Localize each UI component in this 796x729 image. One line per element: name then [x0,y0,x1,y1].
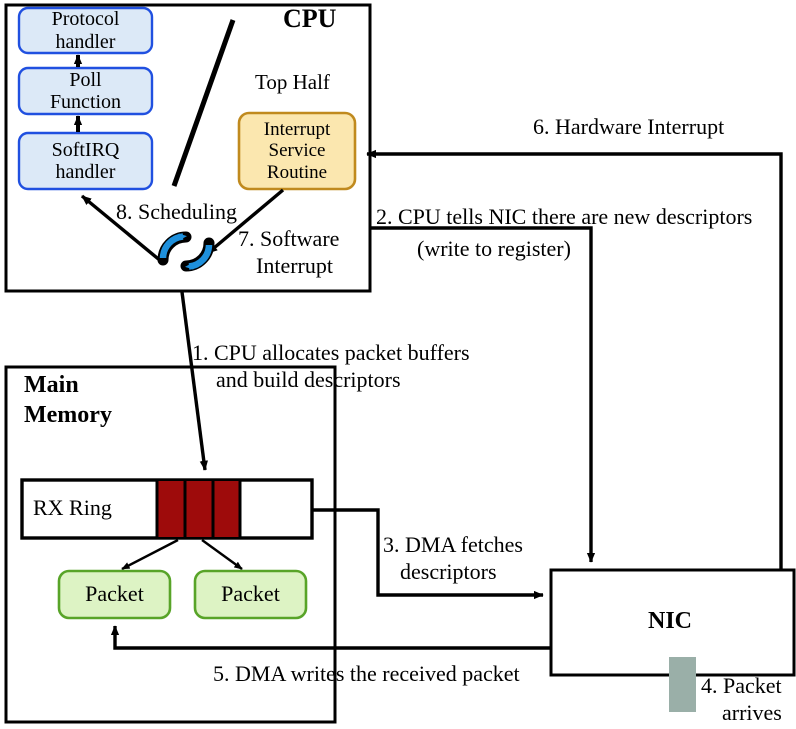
packet-left-box[interactable] [57,569,172,620]
step-2-label-line2: (write to register) [417,236,571,261]
step-7-label-line2: Interrupt [256,253,333,278]
step-8-label: 8. Scheduling [116,199,237,224]
step-2-label-line1: 2. CPU tells NIC there are new descripto… [376,204,753,229]
cpu-top-half-label: Top Half [255,70,330,94]
step-7-label-line1: 7. Software [238,226,340,251]
poll-function-box[interactable] [17,66,154,116]
rx-ring-cell-filled [157,481,184,537]
step-6-label: 6. Hardware Interrupt [533,114,725,139]
interrupt-service-routine-box[interactable] [237,111,357,191]
step-1-label-line1: 1. CPU allocates packet buffers [192,340,470,365]
arrow-step2-cpu-to-nic [370,226,596,563]
step-3-label-line1: 3. DMA fetches [383,532,523,557]
packet-right-box[interactable] [193,569,308,620]
cpu-title: CPU [283,4,337,33]
rx-ring-cell-filled [186,481,212,537]
main-memory-title: Main Memory [24,372,112,428]
rx-ring-cell-filled [214,481,240,537]
step-4-label-line1: 4. Packet [701,673,782,698]
rx-ring-label: RX Ring [33,495,112,520]
step-1-label-line2: and build descriptors [216,367,401,392]
step-4-label-line2: arrives [722,700,782,725]
nic-title: NIC [648,608,693,634]
protocol-handler-box[interactable] [17,6,154,55]
step-3-label-line2: descriptors [400,559,497,584]
softirq-handler-box[interactable] [17,131,154,191]
nic-port-connector [669,657,696,712]
step-5-label: 5. DMA writes the received packet [213,661,520,686]
diagram-canvas: CPU Top Half Protocol handler Poll Funct… [0,0,796,729]
